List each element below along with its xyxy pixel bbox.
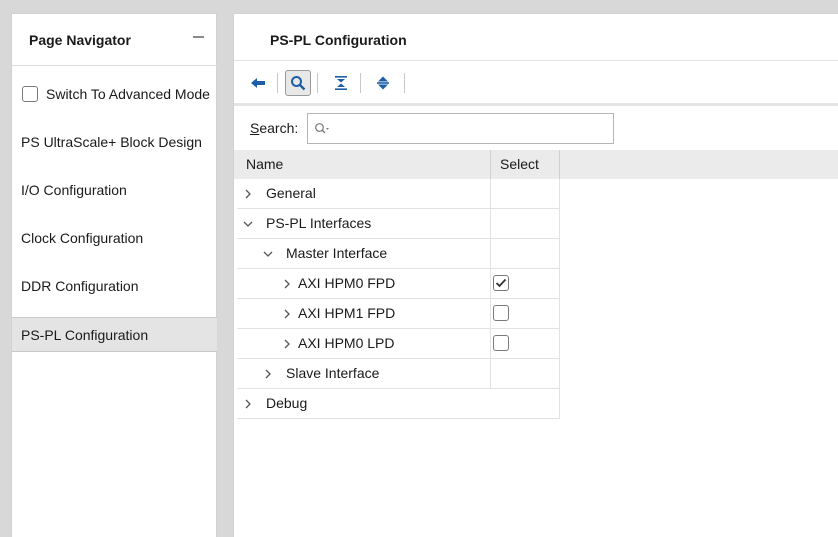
- select-checkbox[interactable]: [493, 335, 509, 351]
- nav-item-ps-pl-configuration[interactable]: PS-PL Configuration: [12, 317, 217, 352]
- toolbar: [234, 61, 838, 105]
- select-checkbox[interactable]: [493, 305, 509, 321]
- nav-item-label: I/O Configuration: [21, 182, 127, 198]
- column-divider: [490, 239, 491, 268]
- nav-item-label: Clock Configuration: [21, 230, 144, 246]
- divider: [234, 103, 838, 106]
- ps-pl-configuration-panel: PS-PL Configuration Search: Name Select …: [233, 13, 838, 537]
- column-divider: [490, 269, 491, 298]
- column-divider: [490, 179, 491, 208]
- chevron-down-icon[interactable]: [262, 239, 274, 268]
- search-field[interactable]: [307, 113, 614, 144]
- back-arrow-icon[interactable]: [245, 70, 271, 96]
- column-header-name[interactable]: Name: [246, 150, 283, 179]
- select-checkbox-checked[interactable]: [493, 275, 509, 291]
- advanced-mode-label: Switch To Advanced Mode: [46, 86, 210, 102]
- column-divider: [490, 209, 491, 238]
- tree-row-axi-hpm0-fpd[interactable]: AXI HPM0 FPD: [237, 269, 560, 299]
- column-divider: [490, 359, 491, 388]
- table-border: [559, 179, 560, 419]
- column-divider: [490, 299, 491, 328]
- checkmark-icon: [495, 278, 507, 288]
- chevron-down-icon[interactable]: [242, 209, 254, 238]
- toolbar-divider: [277, 73, 278, 93]
- toolbar-divider: [404, 73, 405, 93]
- nav-item-label: PS UltraScale+ Block Design: [21, 134, 202, 150]
- search-icon: [315, 122, 329, 133]
- tree-row-ps-pl-interfaces[interactable]: PS-PL Interfaces: [237, 209, 560, 239]
- advanced-mode-checkbox[interactable]: [22, 86, 38, 102]
- column-header-select[interactable]: Select: [500, 150, 539, 179]
- tree-row-slave-interface[interactable]: Slave Interface: [237, 359, 560, 389]
- tree-row-label: AXI HPM0 LPD: [298, 335, 395, 351]
- tree-row-label: Slave Interface: [286, 365, 380, 381]
- divider: [12, 65, 218, 66]
- search-icon[interactable]: [285, 70, 311, 96]
- chevron-right-icon[interactable]: [283, 299, 291, 328]
- page-navigator-title: Page Navigator: [29, 32, 131, 48]
- tree-row-label: AXI HPM1 FPD: [298, 305, 396, 321]
- advanced-mode-toggle[interactable]: Switch To Advanced Mode: [22, 84, 210, 104]
- tree-row-label: General: [266, 185, 316, 201]
- toolbar-divider: [317, 73, 318, 93]
- search-label: Search:: [250, 120, 299, 136]
- nav-item-block-design[interactable]: PS UltraScale+ Block Design: [12, 125, 217, 160]
- chevron-right-icon[interactable]: [244, 179, 252, 208]
- tree-row-axi-hpm0-lpd[interactable]: AXI HPM0 LPD: [237, 329, 560, 359]
- nav-item-label: PS-PL Configuration: [21, 327, 149, 343]
- column-divider: [559, 150, 560, 179]
- chevron-right-icon[interactable]: [283, 329, 291, 358]
- toolbar-divider: [360, 73, 361, 93]
- search-input[interactable]: [330, 115, 613, 142]
- tree-row-master-interface[interactable]: Master Interface: [237, 239, 560, 269]
- collapse-all-icon[interactable]: [328, 70, 354, 96]
- tree-row-axi-hpm1-fpd[interactable]: AXI HPM1 FPD: [237, 299, 560, 329]
- nav-item-clock-configuration[interactable]: Clock Configuration: [12, 221, 217, 256]
- nav-item-label: DDR Configuration: [21, 278, 139, 294]
- nav-item-ddr-configuration[interactable]: DDR Configuration: [12, 269, 217, 304]
- minimize-icon[interactable]: [193, 36, 204, 38]
- tree-row-label: PS-PL Interfaces: [266, 215, 372, 231]
- nav-item-io-configuration[interactable]: I/O Configuration: [12, 173, 217, 208]
- tree-row-label: Debug: [266, 395, 308, 411]
- tree-row-general[interactable]: General: [237, 179, 560, 209]
- page-title: PS-PL Configuration: [270, 32, 407, 48]
- tree-row-label: Master Interface: [286, 245, 388, 261]
- page-navigator-panel: Page Navigator Switch To Advanced Mode P…: [11, 13, 218, 537]
- tree-row-debug[interactable]: Debug: [237, 389, 560, 419]
- column-divider: [490, 150, 491, 179]
- expand-all-icon[interactable]: [370, 70, 396, 96]
- chevron-right-icon[interactable]: [283, 269, 291, 298]
- tree-row-label: AXI HPM0 FPD: [298, 275, 396, 291]
- chevron-right-icon[interactable]: [264, 359, 272, 388]
- chevron-right-icon[interactable]: [244, 389, 252, 418]
- column-divider: [490, 329, 491, 358]
